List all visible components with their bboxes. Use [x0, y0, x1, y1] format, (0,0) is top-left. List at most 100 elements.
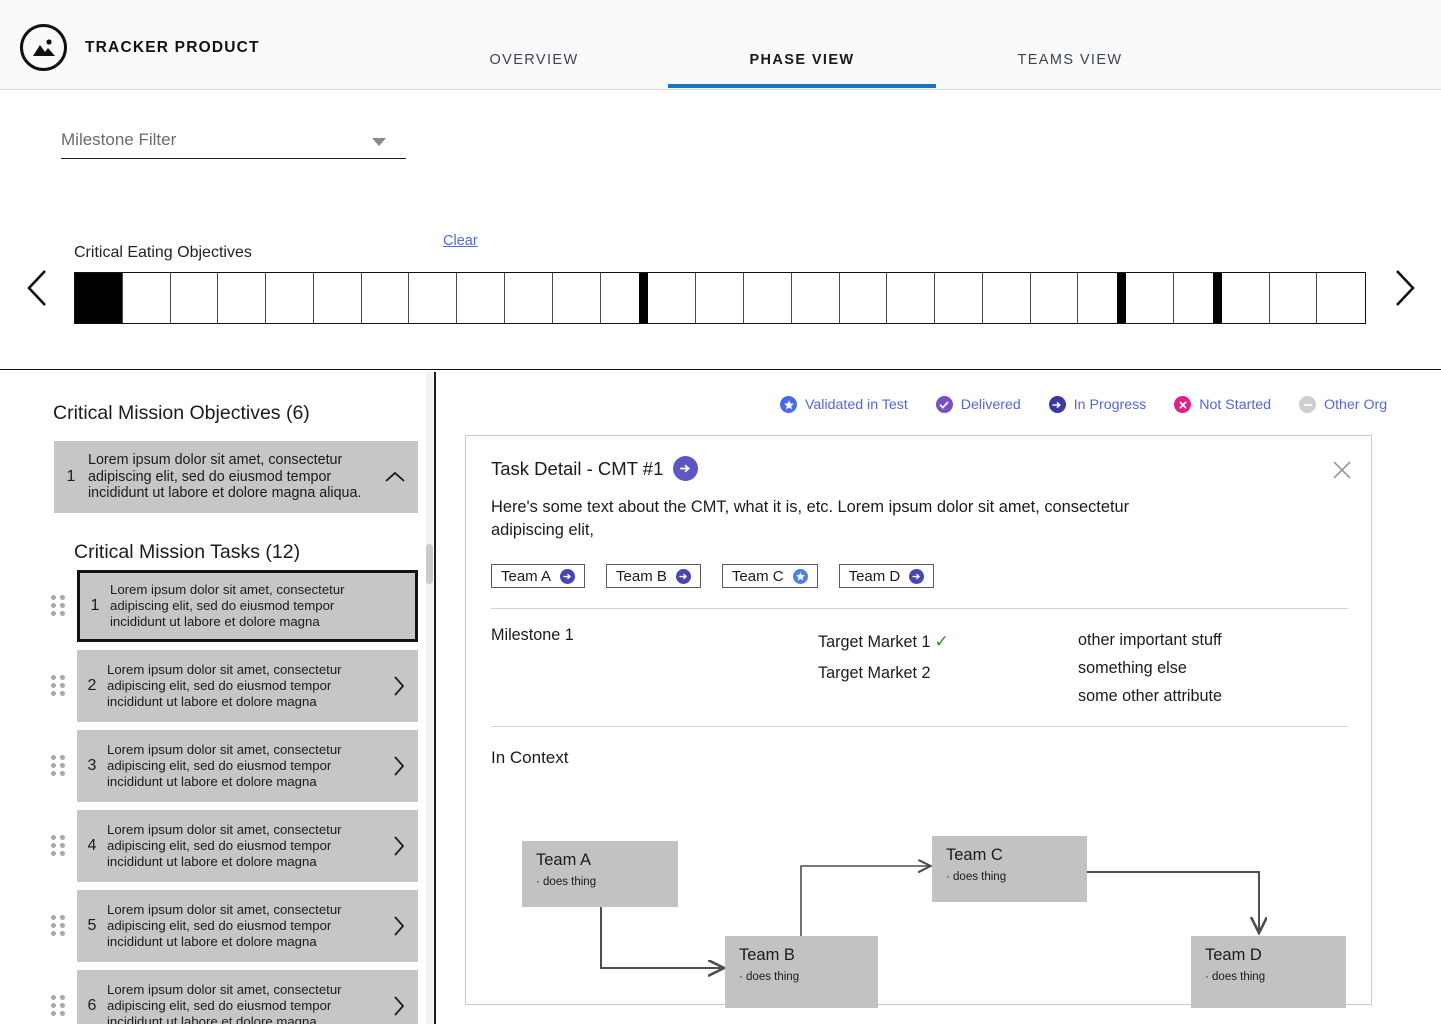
task-text: Lorem ipsum dolor sit amet, consectetur … — [107, 982, 342, 1024]
task-card[interactable]: 6 Lorem ipsum dolor sit amet, consectetur… — [77, 970, 418, 1024]
context-node-title: Team A — [536, 851, 592, 869]
timeline-prev-button[interactable] — [20, 266, 54, 310]
timeline-cell[interactable] — [840, 273, 888, 323]
chevron-right-icon[interactable] — [380, 754, 418, 778]
drag-handle-icon[interactable] — [51, 755, 65, 777]
timeline-cell[interactable] — [1078, 273, 1127, 323]
attribute-item: some other attribute — [1078, 687, 1222, 705]
legend-item[interactable]: Not Started — [1174, 396, 1271, 413]
timeline-cell[interactable] — [1031, 273, 1079, 323]
timeline-cell[interactable] — [171, 273, 219, 323]
timeline-cell[interactable] — [744, 273, 792, 323]
timeline-cell[interactable] — [1222, 273, 1270, 323]
chevron-up-icon[interactable] — [372, 470, 418, 484]
timeline-cell[interactable] — [409, 273, 458, 323]
timeline-cell[interactable] — [887, 273, 936, 323]
timeline-cell[interactable] — [1317, 273, 1365, 323]
timeline-cell[interactable] — [935, 273, 983, 323]
task-card[interactable]: 2 Lorem ipsum dolor sit amet, consectetur… — [77, 650, 418, 722]
drag-handle-icon[interactable] — [51, 995, 65, 1017]
milestone-filter-select[interactable]: Milestone Filter — [61, 126, 406, 159]
timeline-cell[interactable] — [1126, 273, 1174, 323]
legend-item[interactable]: Delivered — [935, 396, 1021, 413]
task-row[interactable]: 5 Lorem ipsum dolor sit amet, consectetur… — [0, 890, 434, 962]
legend-item[interactable]: In Progress — [1048, 396, 1147, 413]
arrow-badge-icon — [560, 568, 576, 584]
team-chip[interactable]: Team B — [606, 564, 701, 588]
timeline-track[interactable] — [74, 272, 1366, 324]
chevron-right-icon[interactable] — [380, 674, 418, 698]
timeline-cell[interactable] — [601, 273, 649, 323]
legend-item[interactable]: Other Org — [1299, 396, 1387, 413]
timeline-cell[interactable] — [792, 273, 840, 323]
task-row[interactable]: 2 Lorem ipsum dolor sit amet, consectetur… — [0, 650, 434, 722]
timeline-cell[interactable] — [696, 273, 744, 323]
drag-dot — [51, 611, 56, 616]
objective-row[interactable]: 1 Lorem ipsum dolor sit amet, consectetu… — [54, 441, 418, 513]
legend-label: Other Org — [1324, 396, 1388, 413]
tab-phase-view[interactable]: PHASE VIEW — [668, 0, 936, 88]
drag-handle-icon[interactable] — [51, 595, 65, 617]
close-icon[interactable] — [1327, 455, 1357, 485]
timeline-cell[interactable] — [983, 273, 1031, 323]
chevron-right-icon[interactable] — [380, 834, 418, 858]
task-card[interactable]: 1 Lorem ipsum dolor sit amet, consectetur… — [77, 570, 418, 642]
drag-dot — [51, 835, 56, 840]
drag-dot — [51, 843, 56, 848]
timeline-next-button[interactable] — [1388, 266, 1422, 310]
chevron-right-icon[interactable] — [380, 994, 418, 1018]
arrow-badge-icon — [909, 568, 925, 584]
team-chip[interactable]: Team C — [721, 564, 818, 588]
timeline-cell[interactable] — [362, 273, 410, 323]
task-row[interactable]: 4 Lorem ipsum dolor sit amet, consectetur… — [0, 810, 434, 882]
divider-2 — [491, 726, 1348, 727]
timeline-cell[interactable] — [1174, 273, 1222, 323]
timeline-cell[interactable] — [457, 273, 506, 323]
drag-dot — [51, 931, 56, 936]
task-list: 1 Lorem ipsum dolor sit amet, consectetur… — [0, 570, 434, 1024]
chevron-right-icon[interactable] — [380, 914, 418, 938]
drag-handle-icon[interactable] — [51, 835, 65, 857]
lower-split: Critical Mission Objectives (6) 1 Lorem … — [0, 372, 1441, 1024]
timeline-cell[interactable] — [1270, 273, 1318, 323]
timeline-cell[interactable] — [123, 273, 171, 323]
timeline-cell[interactable] — [553, 273, 601, 323]
timeline: BEGINNING NEXT AFTER AFTER THAT Critical… — [0, 190, 1441, 425]
task-card[interactable]: 3 Lorem ipsum dolor sit amet, consectetur… — [77, 730, 418, 802]
task-text: Lorem ipsum dolor sit amet, consectetur … — [107, 742, 342, 789]
tab-teams-view[interactable]: TEAMS VIEW — [936, 0, 1204, 88]
drag-dot — [51, 923, 56, 928]
target-market-label: Target Market 1 — [818, 633, 931, 651]
task-row[interactable]: 3 Lorem ipsum dolor sit amet, consectetur… — [0, 730, 434, 802]
timeline-cell[interactable] — [648, 273, 697, 323]
team-chip[interactable]: Team A — [491, 564, 586, 588]
drag-handle-icon[interactable] — [51, 915, 65, 937]
timeline-cell[interactable] — [75, 273, 123, 323]
task-detail-body: Here's some text about the CMT, what it … — [491, 498, 1130, 539]
context-node: Team C · does thing — [932, 836, 1087, 902]
task-card[interactable]: 5 Lorem ipsum dolor sit amet, consectetur… — [77, 890, 418, 962]
arrow-badge-icon[interactable] — [673, 456, 698, 481]
app-header: TRACKER PRODUCT OVERVIEW PHASE VIEW TEAM… — [0, 0, 1441, 90]
legend-item[interactable]: Validated in Test — [780, 396, 908, 413]
objective-text: Lorem ipsum dolor sit amet, consectetur … — [88, 452, 362, 502]
drag-handle-icon[interactable] — [51, 675, 65, 697]
tab-overview[interactable]: OVERVIEW — [400, 0, 668, 88]
context-node-bullet: · does thing — [739, 971, 800, 983]
task-row[interactable]: 6 Lorem ipsum dolor sit amet, consectetur… — [0, 970, 434, 1024]
task-row[interactable]: 1 Lorem ipsum dolor sit amet, consectetur… — [0, 570, 434, 642]
task-number: 4 — [87, 837, 97, 854]
task-card[interactable]: 4 Lorem ipsum dolor sit amet, consectetur… — [77, 810, 418, 882]
timeline-cell[interactable] — [505, 273, 553, 323]
status-legend: Validated in Test Delivered In Progress Not… — [780, 396, 1387, 413]
task-number: 5 — [87, 917, 97, 934]
timeline-cell[interactable] — [266, 273, 314, 323]
target-market-item: Target Market 2 — [818, 664, 931, 682]
left-panel-scrollbar[interactable] — [426, 372, 433, 1024]
timeline-cell[interactable] — [314, 273, 362, 323]
timeline-cell[interactable] — [218, 273, 267, 323]
left-panel-scroll-thumb[interactable] — [426, 544, 433, 584]
legend-label: In Progress — [1073, 396, 1147, 413]
context-diagram: Team A · does thing Team B · does thing Team… — [491, 776, 1348, 1008]
team-chip[interactable]: Team D — [838, 564, 935, 588]
